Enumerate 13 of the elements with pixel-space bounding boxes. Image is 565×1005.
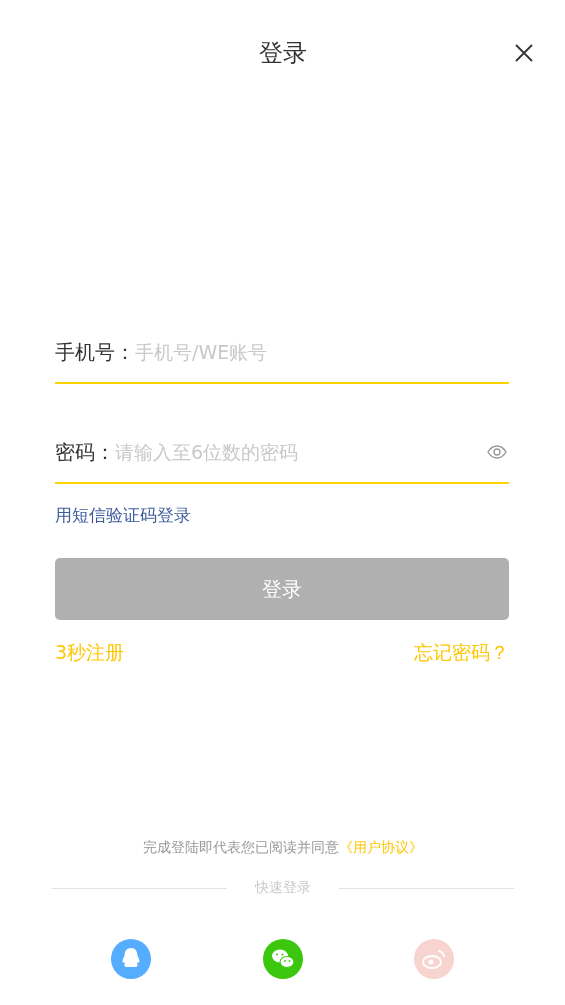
eye-icon[interactable] (487, 445, 507, 459)
penguin-icon[interactable] (111, 939, 151, 979)
page-title: 登录 (258, 38, 307, 69)
user-agreement-link[interactable]: 《用户协议》 (338, 839, 423, 855)
close-icon[interactable] (515, 44, 533, 62)
eye-swirl-icon[interactable] (414, 939, 454, 979)
field-label: 手机号： (55, 338, 135, 366)
agreement-text: 完成登陆即代表您已阅读并同意《用户协议》 (142, 839, 423, 857)
register-link[interactable]: 3秒注册 (55, 640, 125, 666)
field-label: 密码： (55, 438, 115, 466)
chat-bubbles-icon[interactable] (262, 939, 303, 979)
forgot-password-link[interactable]: 忘记密码？ (414, 640, 509, 666)
sms-login-link[interactable]: 用短信验证码登录 (55, 504, 191, 527)
